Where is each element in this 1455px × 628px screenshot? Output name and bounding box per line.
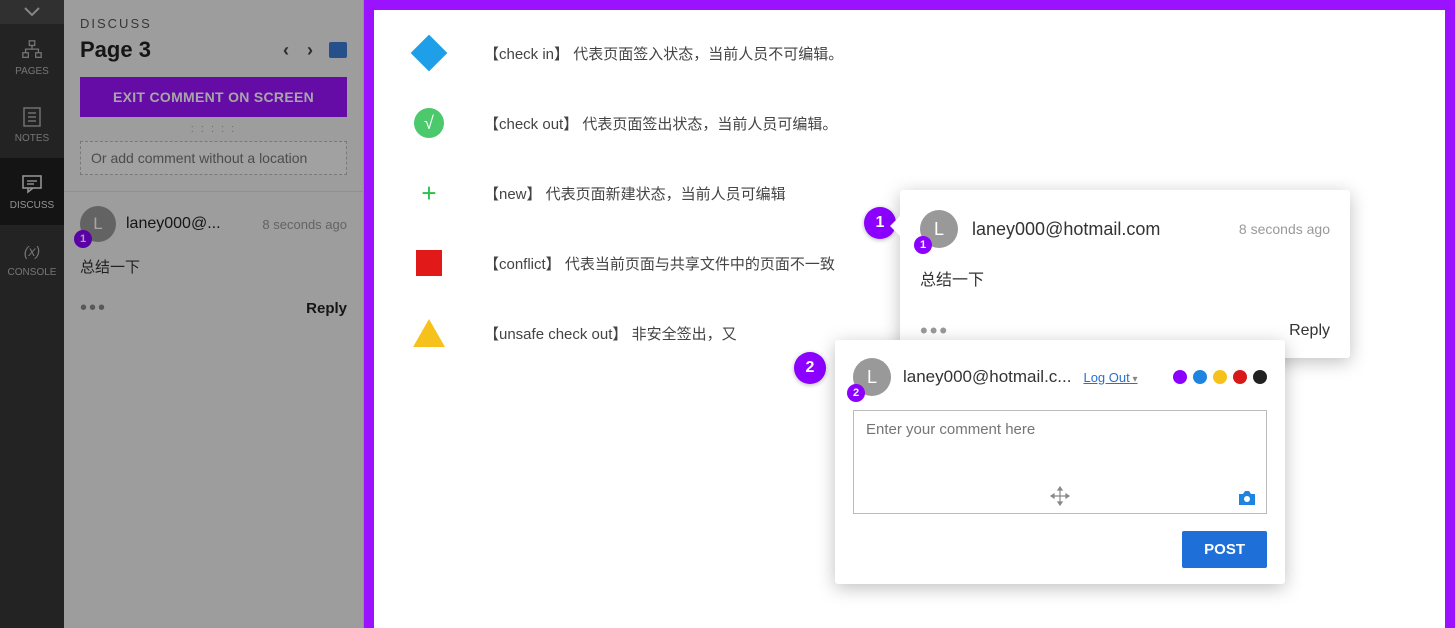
page-title: Page 3 bbox=[80, 37, 151, 63]
color-swatch-red[interactable] bbox=[1233, 370, 1247, 384]
legend-row-checkout: √ 【check out】 代表页面签出状态，当前人员可编辑。 bbox=[414, 108, 1405, 138]
rail-item-label: PAGES bbox=[15, 66, 49, 77]
plus-icon: + bbox=[414, 178, 444, 208]
legend-text: 【check out】 代表页面签出状态，当前人员可编辑。 bbox=[484, 113, 837, 134]
section-label: DISCUSS bbox=[80, 16, 347, 31]
discuss-icon bbox=[20, 172, 44, 196]
rail-item-label: DISCUSS bbox=[10, 200, 54, 211]
legend-text: 【check in】 代表页面签入状态，当前人员不可编辑。 bbox=[484, 43, 843, 64]
comment-more-button[interactable]: ••• bbox=[80, 297, 107, 320]
rail-item-notes[interactable]: NOTES bbox=[0, 91, 64, 158]
color-swatch-purple[interactable] bbox=[1173, 370, 1187, 384]
next-page-button[interactable]: › bbox=[301, 41, 319, 59]
comment-body: 总结一下 bbox=[80, 256, 347, 277]
rail-toggle[interactable] bbox=[0, 0, 64, 24]
comment-time: 8 seconds ago bbox=[262, 217, 347, 232]
square-icon bbox=[414, 248, 444, 278]
prev-page-button[interactable]: ‹ bbox=[277, 41, 295, 59]
check-circle-icon: √ bbox=[414, 108, 444, 138]
comment-card[interactable]: L 1 laney000@... 8 seconds ago 总结一下 ••• … bbox=[64, 192, 363, 334]
legend-text: 【conflict】 代表当前页面与共享文件中的页面不一致 bbox=[484, 253, 835, 274]
popover-marker-badge: 1 bbox=[914, 236, 932, 254]
rail-item-discuss[interactable]: DISCUSS bbox=[0, 158, 64, 225]
logout-link[interactable]: Log Out bbox=[1083, 370, 1137, 385]
color-picker bbox=[1173, 370, 1267, 384]
diamond-icon bbox=[414, 38, 444, 68]
rail-item-label: CONSOLE bbox=[8, 267, 57, 278]
rail-item-console[interactable]: (x) CONSOLE bbox=[0, 225, 64, 292]
move-handle-icon[interactable] bbox=[1050, 486, 1070, 511]
rail-item-pages[interactable]: PAGES bbox=[0, 24, 64, 91]
comment-mode-icon[interactable] bbox=[329, 42, 347, 58]
console-icon: (x) bbox=[20, 239, 44, 263]
triangle-icon bbox=[414, 318, 444, 348]
sitemap-icon bbox=[20, 38, 44, 62]
color-swatch-black[interactable] bbox=[1253, 370, 1267, 384]
rail-item-label: NOTES bbox=[15, 133, 49, 144]
legend-text: 【new】 代表页面新建状态，当前人员可编辑 bbox=[484, 183, 786, 204]
canvas-marker-2[interactable]: 2 bbox=[794, 352, 826, 384]
add-comment-input[interactable] bbox=[80, 141, 347, 175]
legend-text: 【unsafe check out】 非安全签出，又 bbox=[484, 323, 737, 344]
left-rail: PAGES NOTES DISCUSS (x) CONSOLE bbox=[0, 0, 64, 628]
comment-user: laney000@... bbox=[126, 215, 221, 233]
svg-text:(x): (x) bbox=[24, 243, 40, 259]
legend-row-checkin: 【check in】 代表页面签入状态，当前人员不可编辑。 bbox=[414, 38, 1405, 68]
comment-input-popover: L 2 laney000@hotmail.c... Log Out POST bbox=[835, 340, 1285, 584]
discuss-sidebar: DISCUSS Page 3 ‹ › EXIT COMMENT ON SCREE… bbox=[64, 0, 364, 628]
color-swatch-yellow[interactable] bbox=[1213, 370, 1227, 384]
popover-user: laney000@hotmail.com bbox=[972, 219, 1160, 240]
notes-icon bbox=[20, 105, 44, 129]
chevron-down-icon bbox=[24, 7, 40, 17]
comment-reply-button[interactable]: Reply bbox=[306, 300, 347, 317]
popover-reply-button[interactable]: Reply bbox=[1289, 322, 1330, 340]
comment-marker-badge: 1 bbox=[74, 230, 92, 248]
drag-handle-dots: : : : : : bbox=[80, 123, 347, 135]
input-marker-badge: 2 bbox=[847, 384, 865, 402]
exit-comment-button[interactable]: EXIT COMMENT ON SCREEN bbox=[80, 77, 347, 117]
post-button[interactable]: POST bbox=[1182, 531, 1267, 568]
comment-popover: L 1 laney000@hotmail.com 8 seconds ago 总… bbox=[900, 190, 1350, 358]
input-user: laney000@hotmail.c... bbox=[903, 367, 1071, 387]
camera-icon[interactable] bbox=[1237, 490, 1257, 511]
popover-time: 8 seconds ago bbox=[1239, 221, 1330, 237]
popover-body: 总结一下 bbox=[920, 266, 1330, 290]
popover-pointer bbox=[890, 216, 900, 236]
color-swatch-blue[interactable] bbox=[1193, 370, 1207, 384]
